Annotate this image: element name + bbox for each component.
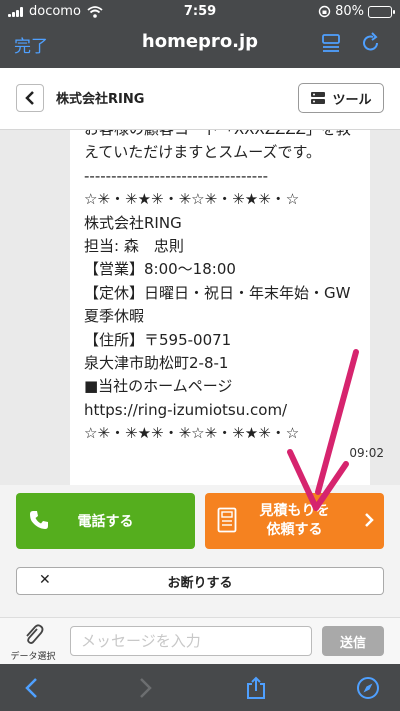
browser-top-bar: docomo 7:59 80% 完了 homepro.jp: [0, 0, 400, 68]
message-line: お客様の顧客コード「XXXZZZZ」を教: [84, 130, 356, 141]
message-line: 泉大津市助松町2-8-1: [84, 354, 229, 373]
tool-button-label: ツール: [332, 92, 372, 108]
page-title: 株式会社RING: [56, 92, 145, 107]
send-button[interactable]: 送信: [322, 626, 384, 656]
reload-icon[interactable]: [360, 32, 382, 54]
message-line: 【定休】日曜日・祝日・年末年始・GW・: [84, 283, 356, 302]
server-icon: [311, 92, 326, 104]
decline-button-label: お断りする: [167, 575, 233, 591]
message-input-bar: データ選択 送信: [0, 617, 400, 664]
paperclip-icon: [26, 624, 44, 644]
attach-data-button[interactable]: データ選択: [8, 622, 58, 662]
message-list[interactable]: お客様の顧客コード「XXXZZZZ」を教 えていただけますとスムーズです。 --…: [0, 130, 400, 485]
message-line: 【住所】〒595-0071: [84, 330, 232, 349]
message-line: ☆✳・✳★✳・✳☆✳・✳★✳・☆: [84, 190, 300, 209]
request-quote-button[interactable]: 見積もりを 依頼する: [205, 493, 384, 549]
browser-nav: 完了 homepro.jp: [0, 24, 400, 68]
close-icon: ✕: [39, 572, 51, 588]
message-line: ■当社のホームページ: [84, 377, 233, 396]
compass-icon[interactable]: [356, 676, 380, 700]
battery-percent: 80%: [335, 4, 364, 19]
call-button[interactable]: 電話する: [16, 493, 195, 549]
page-header: 株式会社RING ツール: [0, 68, 400, 130]
message-timestamp: 09:02: [349, 446, 384, 460]
status-bar: docomo 7:59 80%: [0, 0, 400, 24]
message-line: 株式会社RING: [84, 213, 182, 232]
message-bubble: お客様の顧客コード「XXXZZZZ」を教 えていただけますとスムーズです。 --…: [70, 130, 370, 485]
battery-icon: [368, 5, 395, 18]
message-line: 夏季休暇: [84, 307, 145, 326]
message-line: 担当: 森 忠則: [84, 237, 184, 256]
message-line: えていただけますとスムーズです。: [84, 143, 322, 162]
decline-button[interactable]: ✕ お断りする: [16, 567, 384, 595]
orientation-lock-icon: [318, 5, 331, 18]
tool-button[interactable]: ツール: [298, 83, 384, 113]
chevron-left-icon: [25, 91, 34, 105]
call-button-label: 電話する: [77, 514, 134, 530]
share-icon[interactable]: [244, 676, 268, 700]
phone-icon: [30, 511, 48, 529]
attach-label: データ選択: [10, 652, 56, 662]
message-line: 【営業】8:00〜18:00: [84, 260, 236, 279]
message-line: ----------------------------------: [84, 166, 269, 185]
back-button[interactable]: [16, 84, 44, 112]
message-input[interactable]: [70, 626, 312, 656]
message-link[interactable]: https://ring-izumiotsu.com/: [84, 399, 356, 422]
document-icon: [217, 507, 237, 533]
forward-arrow-icon[interactable]: [133, 676, 157, 700]
reader-view-icon[interactable]: [320, 32, 342, 54]
browser-bottom-toolbar: [0, 664, 400, 711]
message-line: ☆✳・✳★✳・✳☆✳・✳★✳・☆: [84, 424, 300, 443]
back-arrow-icon[interactable]: [20, 676, 44, 700]
action-panel: 電話する 見積もりを 依頼する ✕ お断りする: [0, 485, 400, 617]
chevron-right-icon: [365, 513, 374, 527]
